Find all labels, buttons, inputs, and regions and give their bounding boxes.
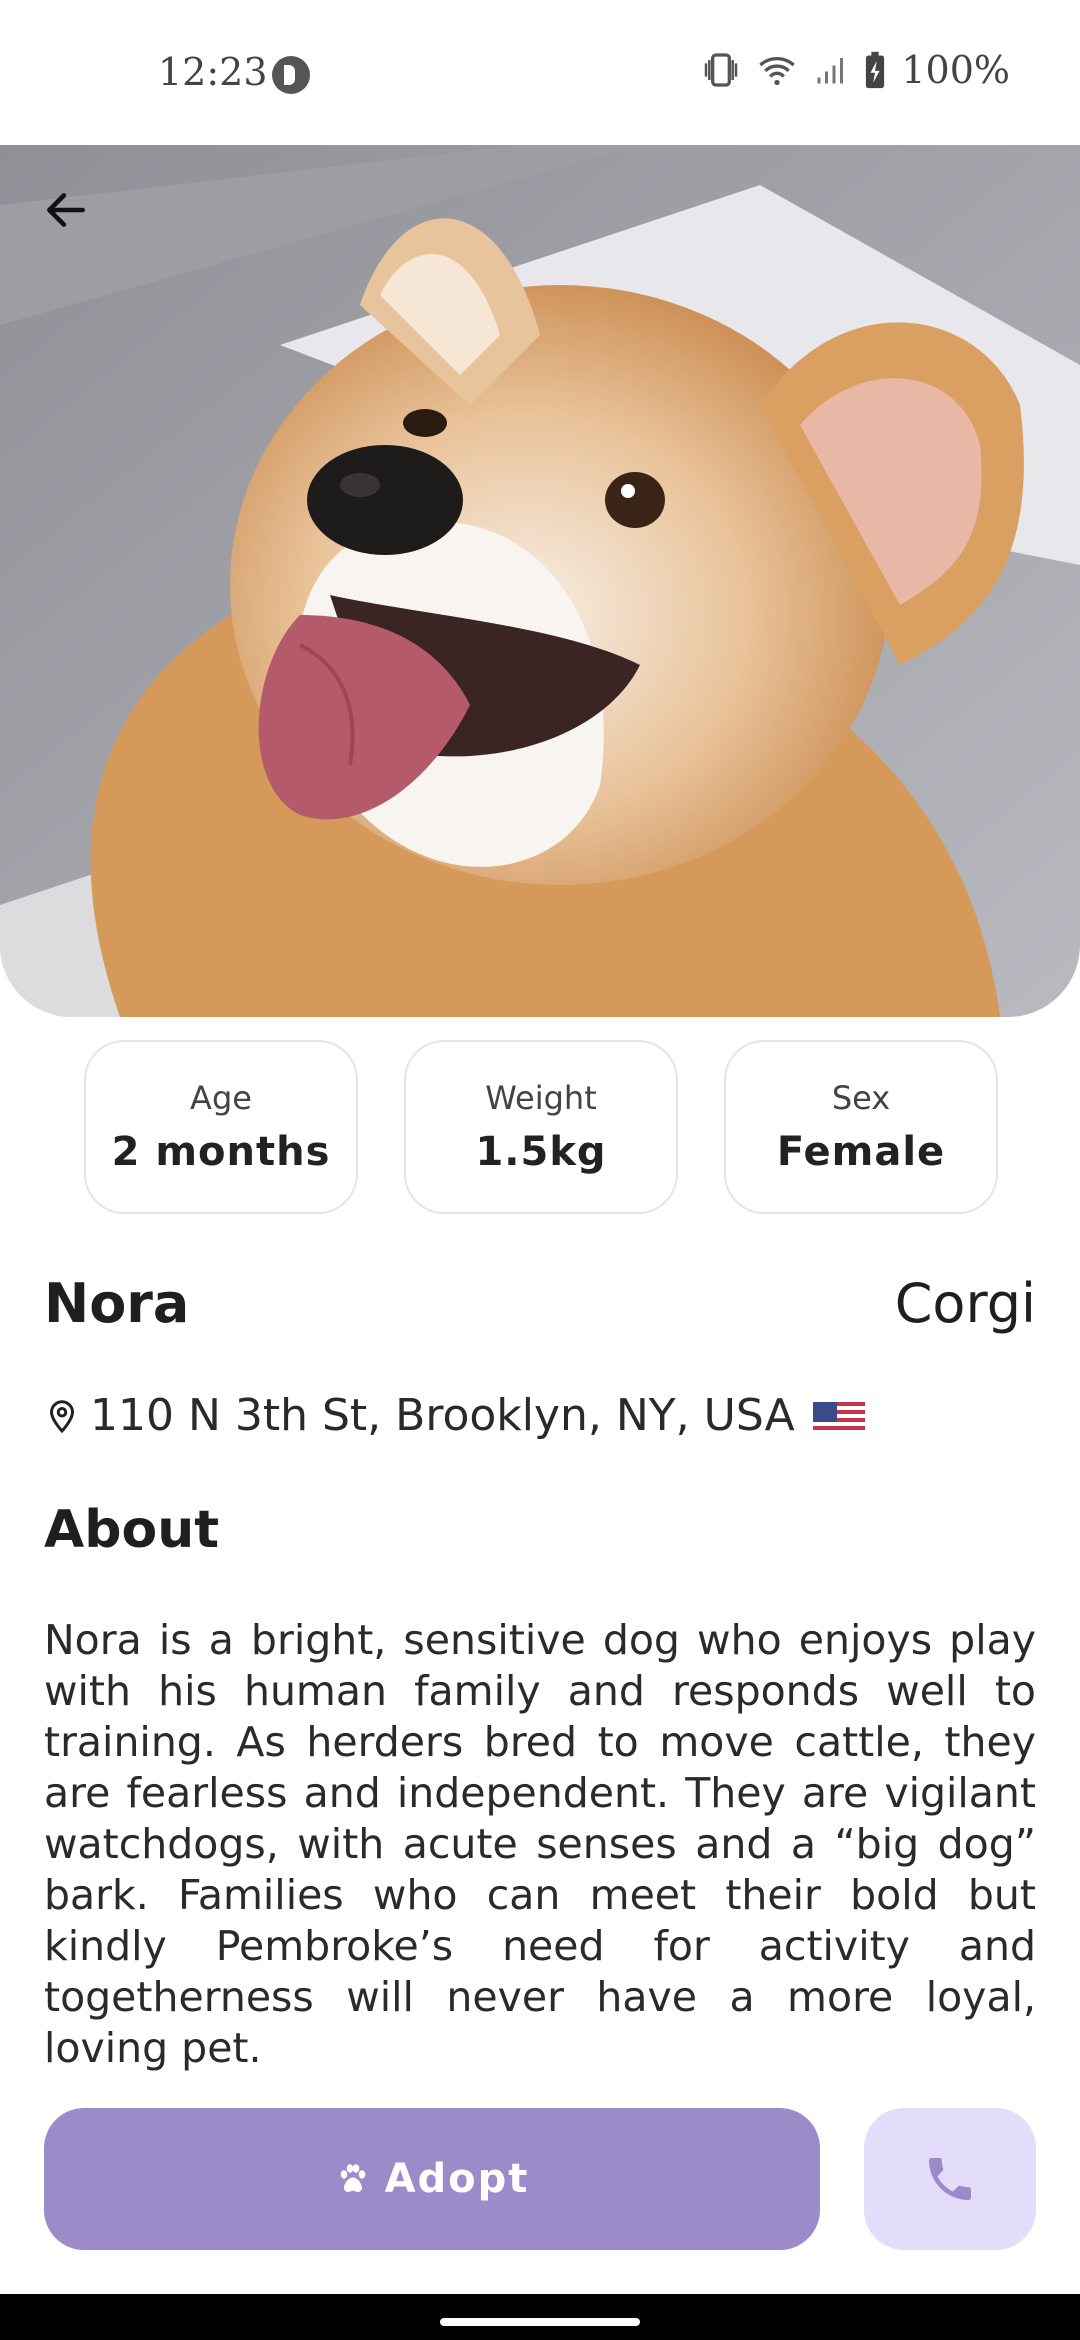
status-right-group: 100% xyxy=(701,48,1010,92)
system-nav-bar xyxy=(0,2294,1080,2340)
stats-row: Age 2 months Weight 1.5kg Sex Female xyxy=(84,1040,998,1214)
paw-icon xyxy=(340,2164,365,2192)
call-button[interactable] xyxy=(864,2108,1036,2250)
app-notification-icon xyxy=(272,56,310,94)
about-description: Nora is a bright, sensitive dog who enjo… xyxy=(44,1616,1036,2072)
about-heading: About xyxy=(44,1500,220,1560)
wifi-icon xyxy=(759,57,796,86)
phone-icon xyxy=(929,2158,971,2200)
signal-icon xyxy=(817,58,844,84)
stat-value: 2 months xyxy=(111,1129,331,1175)
pet-name: Nora xyxy=(44,1272,190,1335)
vibrate-icon xyxy=(705,53,738,87)
battery-charging-icon xyxy=(866,51,885,89)
home-gesture-handle[interactable] xyxy=(440,2318,640,2326)
location-text: 110 N 3th St, Brooklyn, NY, USA xyxy=(90,1390,795,1441)
stat-label: Sex xyxy=(831,1079,891,1117)
stat-label: Age xyxy=(190,1079,252,1117)
hero-image xyxy=(0,145,1080,1017)
stat-card-age: Age 2 months xyxy=(84,1040,358,1214)
status-bar: 12:23 100% xyxy=(0,0,1080,145)
status-time: 12:23 xyxy=(158,50,268,94)
us-flag-icon xyxy=(812,1398,865,1434)
stat-card-weight: Weight 1.5kg xyxy=(404,1040,678,1214)
battery-percent: 100% xyxy=(901,48,1010,92)
map-pin-icon xyxy=(49,1399,75,1433)
back-button[interactable] xyxy=(36,180,96,240)
pet-breed: Corgi xyxy=(894,1272,1036,1335)
corgi-photo xyxy=(0,145,1080,1017)
stat-label: Weight xyxy=(485,1079,597,1117)
arrow-left-icon xyxy=(47,193,85,227)
stat-value: 1.5kg xyxy=(475,1129,607,1175)
stat-value: Female xyxy=(776,1129,946,1175)
adopt-button[interactable]: Adopt xyxy=(44,2108,820,2250)
location-row: 110 N 3th St, Brooklyn, NY, USA xyxy=(44,1390,865,1441)
stat-card-sex: Sex Female xyxy=(724,1040,998,1214)
adopt-label: Adopt xyxy=(384,2156,530,2202)
